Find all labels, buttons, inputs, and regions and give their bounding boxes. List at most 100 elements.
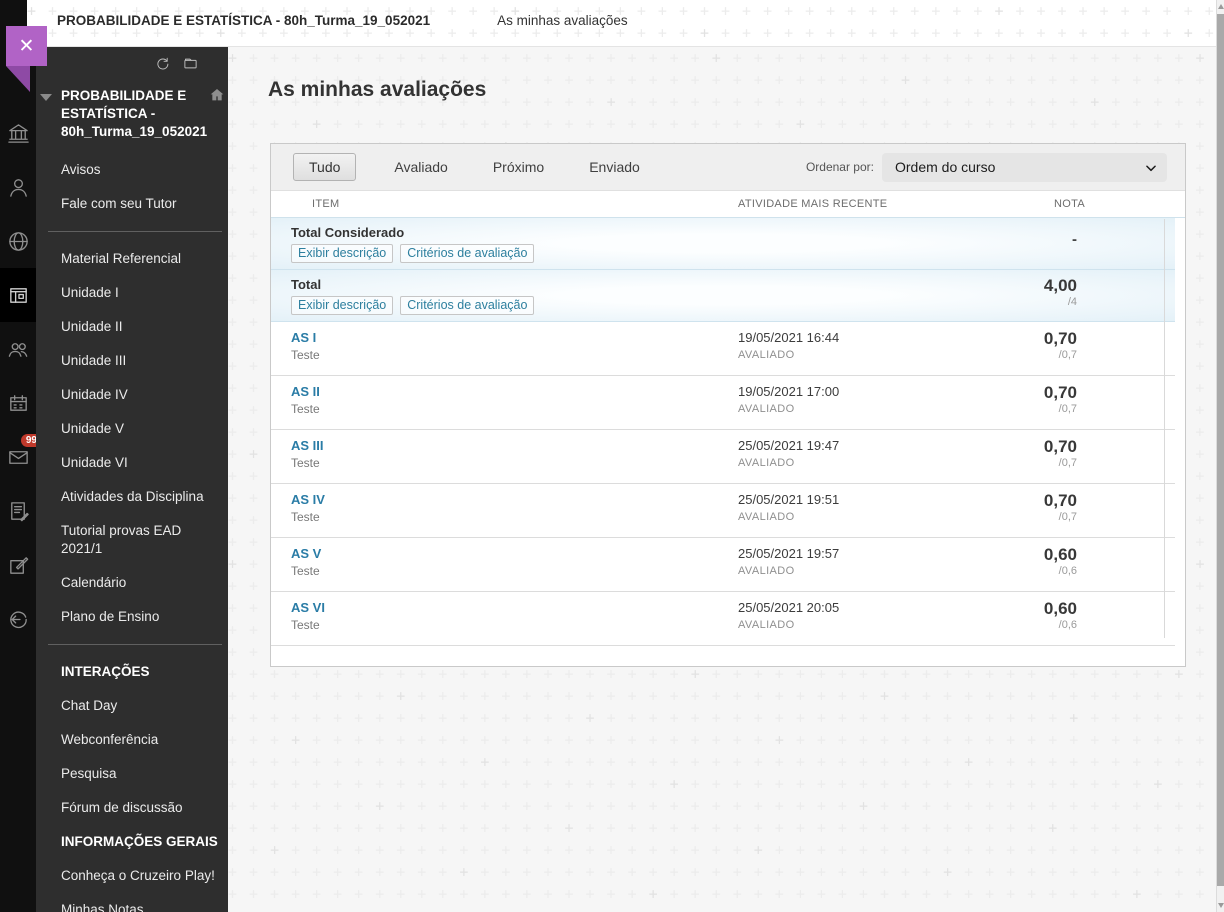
status-badge: AVALIADO bbox=[738, 511, 795, 523]
scroll-up-arrow[interactable] bbox=[1218, 4, 1224, 9]
grades-panel: Tudo Avaliado Próximo Enviado Ordenar por: … bbox=[270, 143, 1186, 667]
calendar-icon bbox=[9, 394, 27, 411]
grade-max: /0,6 bbox=[1058, 619, 1077, 631]
sidebar-divider bbox=[48, 644, 222, 645]
activity-cell: 25/05/2021 19:47 AVALIADO bbox=[738, 438, 1033, 483]
grade-cell: 0,70/0,7 bbox=[1033, 438, 1077, 483]
scroll-down-arrow[interactable] bbox=[1218, 903, 1224, 908]
sidebar-item-unidade-vi[interactable]: Unidade VI bbox=[36, 446, 228, 480]
grade-cell: 0,60/0,6 bbox=[1033, 600, 1077, 645]
sidebar-item-unidade-iii[interactable]: Unidade III bbox=[36, 344, 228, 378]
grade-value: 0,60 bbox=[1043, 545, 1077, 564]
sidebar-item-plano-de-ensino[interactable]: Plano de Ensino bbox=[36, 600, 228, 634]
item-name: Total Considerado bbox=[291, 225, 405, 240]
item-link[interactable]: AS VI bbox=[291, 600, 738, 616]
grade-max: /0,7 bbox=[1058, 403, 1077, 415]
crit-rios-de-avalia-o-button[interactable]: Critérios de avaliação bbox=[400, 296, 535, 315]
status-badge: AVALIADO bbox=[738, 565, 795, 577]
item-type: Teste bbox=[291, 618, 320, 632]
item-link[interactable]: AS III bbox=[291, 438, 738, 454]
grade-value: 4,00 bbox=[1043, 276, 1077, 295]
grade-cell: 0,70/0,7 bbox=[1033, 330, 1077, 375]
home-icon[interactable] bbox=[209, 87, 225, 103]
sidebar-item-webconfer-ncia[interactable]: Webconferência bbox=[36, 723, 228, 757]
table-right-divider bbox=[1164, 219, 1165, 638]
sort-by-value: Ordem do curso bbox=[895, 159, 996, 175]
tab-próximo[interactable]: Próximo bbox=[493, 154, 544, 180]
top-bar: ++++++++++++++++++++++++++++++++++++++++… bbox=[27, 0, 1216, 47]
rail-item-institution[interactable] bbox=[0, 106, 36, 160]
exibir-descri-o-button[interactable]: Exibir descrição bbox=[291, 296, 394, 315]
item-link[interactable]: AS I bbox=[291, 330, 738, 346]
sidebar-item-chat-day[interactable]: Chat Day bbox=[36, 689, 228, 723]
filter-tabstrip: Tudo Avaliado Próximo Enviado Ordenar por: … bbox=[271, 144, 1185, 191]
signout-icon bbox=[9, 610, 27, 628]
messages-icon bbox=[8, 450, 28, 464]
app-navigation-rail: 99 bbox=[0, 0, 42, 912]
tab-avaliado[interactable]: Avaliado bbox=[394, 154, 447, 180]
rail-item-grades[interactable] bbox=[0, 484, 36, 538]
sidebar-item-unidade-i[interactable]: Unidade I bbox=[36, 276, 228, 310]
crit-rios-de-avalia-o-button[interactable]: Critérios de avaliação bbox=[400, 244, 535, 263]
course-menu-title[interactable]: PROBABILIDADE E ESTATÍSTICA - 80h_Turma_… bbox=[36, 73, 228, 151]
sidebar-item-atividades-da-disciplina[interactable]: Atividades da Disciplina bbox=[36, 480, 228, 514]
scrollbar-thumb[interactable] bbox=[1217, 14, 1224, 886]
grade-value: 0,70 bbox=[1043, 329, 1077, 348]
activity-date: 25/05/2021 20:05 bbox=[738, 600, 840, 615]
exibir-descri-o-button[interactable]: Exibir descrição bbox=[291, 244, 394, 263]
status-badge: AVALIADO bbox=[738, 349, 795, 361]
grade-value: 0,70 bbox=[1043, 491, 1077, 510]
page-scrollbar[interactable] bbox=[1216, 0, 1224, 912]
item-link[interactable]: AS V bbox=[291, 546, 738, 562]
chevron-down-icon bbox=[40, 94, 52, 101]
rail-item-courses[interactable] bbox=[0, 268, 36, 322]
sidebar-section-intera-es: INTERAÇÕES bbox=[61, 664, 150, 679]
rail-item-profile[interactable] bbox=[0, 160, 36, 214]
tab-enviado[interactable]: Enviado bbox=[589, 154, 640, 180]
activity-cell bbox=[738, 277, 1033, 315]
sidebar-item-avisos[interactable]: Avisos bbox=[36, 153, 228, 187]
activity-cell: 25/05/2021 19:57 AVALIADO bbox=[738, 546, 1033, 591]
tab-tudo[interactable]: Tudo bbox=[293, 153, 357, 181]
sidebar-item-unidade-ii[interactable]: Unidade II bbox=[36, 310, 228, 344]
activity-cell: 25/05/2021 20:05 AVALIADO bbox=[738, 600, 1033, 645]
item-type: Teste bbox=[291, 510, 320, 524]
community-icon bbox=[8, 342, 27, 357]
chevron-down-icon bbox=[1146, 164, 1156, 171]
grade-cell: 0,70/0,7 bbox=[1033, 384, 1077, 429]
rail-item-calendar[interactable] bbox=[0, 376, 36, 430]
item-type: Teste bbox=[291, 402, 320, 416]
sort-by-select[interactable]: Ordem do curso bbox=[882, 152, 1167, 182]
rail-item-signout[interactable] bbox=[0, 592, 36, 646]
rail-item-globe[interactable] bbox=[0, 214, 36, 268]
grade-cell: - bbox=[1033, 225, 1077, 263]
sidebar-item-minhas-notas[interactable]: Minhas Notas bbox=[36, 893, 228, 912]
column-header-item: ITEM bbox=[312, 198, 340, 210]
rail-item-messages[interactable]: 99 bbox=[0, 430, 42, 484]
profile-icon bbox=[9, 178, 27, 197]
refresh-icon[interactable] bbox=[155, 56, 170, 71]
rail-item-community[interactable] bbox=[0, 322, 36, 376]
rail-item-marking[interactable] bbox=[0, 538, 36, 592]
grade-value: 0,60 bbox=[1043, 599, 1077, 618]
item-link[interactable]: AS IV bbox=[291, 492, 738, 508]
sidebar-item-unidade-v[interactable]: Unidade V bbox=[36, 412, 228, 446]
grade-item-row: AS VI Teste 25/05/2021 20:05 AVALIADO 0,60/0… bbox=[271, 592, 1175, 646]
page-title: As minhas avaliações bbox=[268, 78, 487, 101]
sidebar-item-material-referencial[interactable]: Material Referencial bbox=[36, 242, 228, 276]
sidebar-item-tutorial-provas-ead-2021-1[interactable]: Tutorial provas EAD 2021/1 bbox=[36, 514, 228, 566]
sidebar-item-conhe-a-o-cruzeiro-play[interactable]: Conheça o Cruzeiro Play! bbox=[36, 859, 228, 893]
grade-max: /0,6 bbox=[1058, 565, 1077, 577]
sidebar-item-calend-rio[interactable]: Calendário bbox=[36, 566, 228, 600]
item-link[interactable]: AS II bbox=[291, 384, 738, 400]
breadcrumb: As minhas avaliações bbox=[497, 13, 628, 28]
folder-icon[interactable] bbox=[183, 56, 198, 71]
grade-max: /0,7 bbox=[1058, 511, 1077, 523]
sidebar-item-pesquisa[interactable]: Pesquisa bbox=[36, 757, 228, 791]
topbar-course-title: PROBABILIDADE E ESTATÍSTICA - 80h_Turma_… bbox=[57, 13, 431, 28]
sidebar-item-fale-com-seu-tutor[interactable]: Fale com seu Tutor bbox=[36, 187, 228, 221]
close-menu-button[interactable]: ✕ bbox=[6, 26, 47, 66]
sidebar-item-f-rum-de-discuss-o[interactable]: Fórum de discussão bbox=[36, 791, 228, 825]
sidebar-item-unidade-iv[interactable]: Unidade IV bbox=[36, 378, 228, 412]
grade-item-row: AS V Teste 25/05/2021 19:57 AVALIADO 0,60/0,… bbox=[271, 538, 1175, 592]
